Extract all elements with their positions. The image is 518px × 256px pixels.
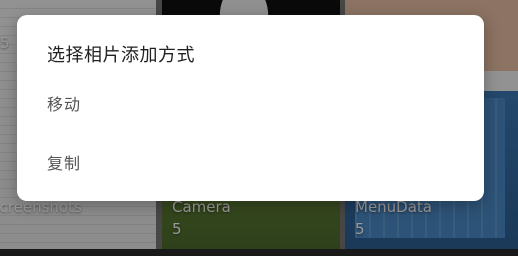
copy-option-label: 复制 (47, 154, 82, 173)
move-option-label: 移动 (47, 95, 82, 114)
add-photo-method-dialog: 选择相片添加方式 移动 复制 (17, 15, 484, 201)
move-option[interactable]: 移动 (17, 78, 484, 128)
dialog-title: 选择相片添加方式 (47, 45, 195, 66)
copy-option[interactable]: 复制 (17, 137, 484, 187)
